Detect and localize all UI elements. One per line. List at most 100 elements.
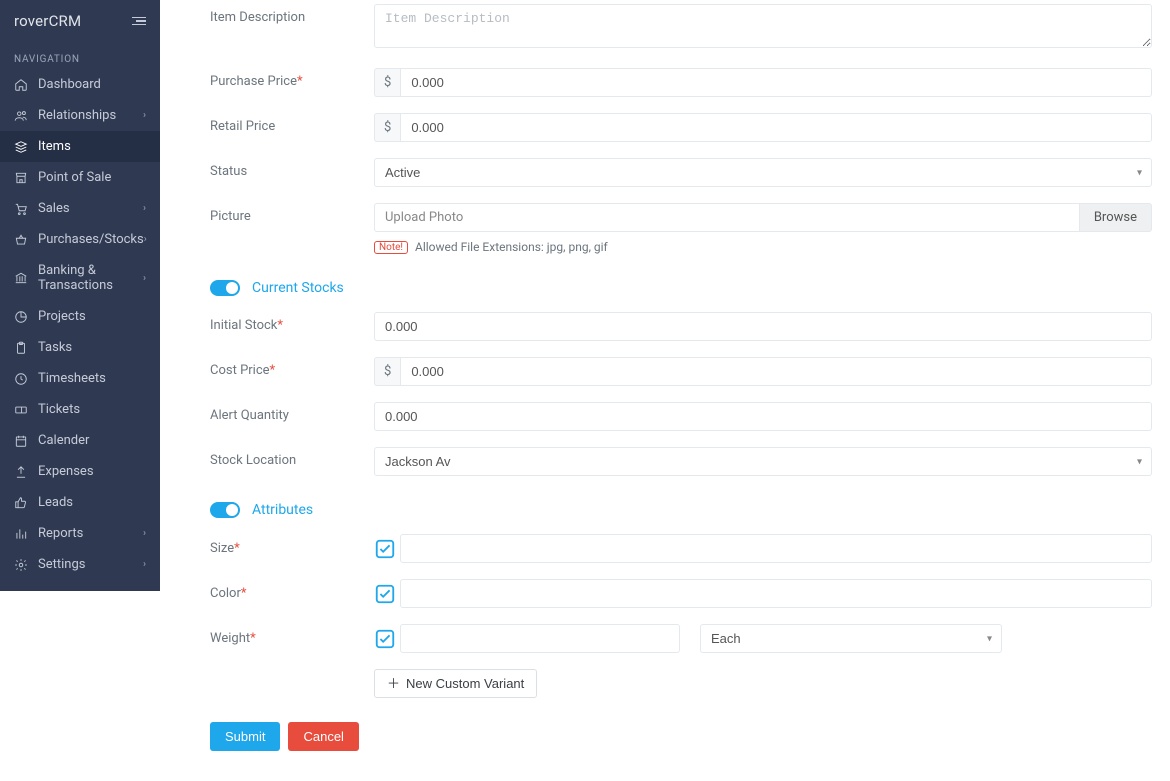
clipboard-icon — [14, 341, 28, 355]
weight-label: Weight* — [210, 631, 374, 646]
item-description-input[interactable] — [374, 4, 1152, 48]
weight-input[interactable] — [400, 624, 680, 653]
barchart-icon — [14, 527, 28, 541]
upload-note: Note! Allowed File Extensions: jpg, png,… — [374, 240, 1152, 254]
currency-symbol: $ — [374, 68, 400, 97]
sidebar-item-leads[interactable]: Leads — [0, 487, 160, 518]
nav-label: Items — [38, 139, 146, 154]
nav-label: Dashboard — [38, 77, 146, 92]
nav-label: Relationships — [38, 108, 143, 123]
weight-check-icon[interactable] — [374, 628, 396, 650]
sidebar-item-expenses[interactable]: Expenses — [0, 456, 160, 487]
upload-placeholder: Upload Photo — [374, 203, 1079, 232]
nav-list: Dashboard Relationships › Items Point of… — [0, 69, 160, 580]
nav-label: Point of Sale — [38, 170, 146, 185]
nav-label: Tasks — [38, 340, 146, 355]
cancel-button[interactable]: Cancel — [288, 722, 358, 751]
size-label: Size* — [210, 541, 374, 556]
chevron-right-icon: › — [143, 528, 146, 539]
calendar-icon — [14, 434, 28, 448]
attributes-label: Attributes — [252, 502, 313, 518]
sidebar-item-dashboard[interactable]: Dashboard — [0, 69, 160, 100]
nav-label: Settings — [38, 557, 143, 572]
sidebar-item-banking[interactable]: Banking & Transactions › — [0, 255, 160, 301]
bank-icon — [14, 271, 28, 285]
chevron-right-icon: › — [143, 203, 146, 214]
initial-stock-input[interactable] — [374, 312, 1152, 341]
thumbs-up-icon — [14, 496, 28, 510]
sidebar-item-relationships[interactable]: Relationships › — [0, 100, 160, 131]
stock-location-label: Stock Location — [210, 447, 374, 468]
nav-label: Reports — [38, 526, 143, 541]
submit-button[interactable]: Submit — [210, 722, 280, 751]
stack-icon — [14, 140, 28, 154]
menu-toggle-icon[interactable] — [132, 15, 146, 28]
main-form: Item Description Purchase Price* $ Retai… — [160, 4, 1170, 781]
size-input[interactable] — [400, 534, 1152, 563]
brand-title: roverCRM — [14, 12, 81, 30]
upload-icon — [14, 465, 28, 479]
note-text: Allowed File Extensions: jpg, png, gif — [415, 240, 608, 254]
alert-qty-label: Alert Quantity — [210, 402, 374, 423]
item-description-label: Item Description — [210, 4, 374, 25]
chevron-right-icon: › — [144, 234, 147, 245]
note-badge: Note! — [374, 241, 408, 254]
stock-location-select[interactable] — [374, 447, 1152, 476]
gear-icon — [14, 558, 28, 572]
color-input[interactable] — [400, 579, 1152, 608]
nav-section-label: NAVIGATION — [0, 42, 160, 69]
sidebar-item-settings[interactable]: Settings › — [0, 549, 160, 580]
sidebar-item-purchases[interactable]: Purchases/Stocks › — [0, 224, 160, 255]
home-icon — [14, 78, 28, 92]
nav-label: Purchases/Stocks — [38, 232, 144, 247]
purchase-price-label: Purchase Price* — [210, 68, 374, 89]
new-variant-button[interactable]: ＋ New Custom Variant — [374, 669, 537, 698]
nav-label: Tickets — [38, 402, 146, 417]
status-label: Status — [210, 158, 374, 179]
sidebar-item-calendar[interactable]: Calender — [0, 425, 160, 456]
attributes-toggle[interactable] — [210, 502, 240, 518]
sidebar-item-projects[interactable]: Projects — [0, 301, 160, 332]
chevron-right-icon: › — [143, 273, 146, 284]
nav-label: Sales — [38, 201, 143, 216]
weight-unit-select[interactable] — [700, 624, 1002, 653]
nav-label: Timesheets — [38, 371, 146, 386]
users-icon — [14, 109, 28, 123]
nav-label: Projects — [38, 309, 146, 324]
alert-qty-input[interactable] — [374, 402, 1152, 431]
sidebar-item-sales[interactable]: Sales › — [0, 193, 160, 224]
initial-stock-label: Initial Stock* — [210, 312, 374, 333]
status-select[interactable] — [374, 158, 1152, 187]
size-check-icon[interactable] — [374, 538, 396, 560]
store-icon — [14, 171, 28, 185]
sidebar-item-tickets[interactable]: Tickets — [0, 394, 160, 425]
retail-price-input[interactable] — [400, 113, 1152, 142]
sidebar-item-items[interactable]: Items — [0, 131, 160, 162]
browse-button[interactable]: Browse — [1079, 203, 1152, 232]
picture-label: Picture — [210, 203, 374, 224]
clock-icon — [14, 372, 28, 386]
color-label: Color* — [210, 586, 374, 601]
sidebar-item-timesheets[interactable]: Timesheets — [0, 363, 160, 394]
purchase-price-input[interactable] — [400, 68, 1152, 97]
sidebar-item-reports[interactable]: Reports › — [0, 518, 160, 549]
sidebar-item-pos[interactable]: Point of Sale — [0, 162, 160, 193]
cost-price-label: Cost Price* — [210, 357, 374, 378]
currency-symbol: $ — [374, 113, 400, 142]
piechart-icon — [14, 310, 28, 324]
basket-icon — [14, 233, 28, 247]
current-stocks-label: Current Stocks — [252, 280, 344, 296]
current-stocks-toggle[interactable] — [210, 280, 240, 296]
sidebar: roverCRM NAVIGATION Dashboard Relationsh… — [0, 0, 160, 591]
cost-price-input[interactable] — [400, 357, 1152, 386]
chevron-right-icon: › — [143, 110, 146, 121]
nav-label: Calender — [38, 433, 146, 448]
nav-label: Leads — [38, 495, 146, 510]
currency-symbol: $ — [374, 357, 400, 386]
cart-icon — [14, 202, 28, 216]
nav-label: Expenses — [38, 464, 146, 479]
color-check-icon[interactable] — [374, 583, 396, 605]
sidebar-item-tasks[interactable]: Tasks — [0, 332, 160, 363]
ticket-icon — [14, 403, 28, 417]
sidebar-header: roverCRM — [0, 0, 160, 42]
